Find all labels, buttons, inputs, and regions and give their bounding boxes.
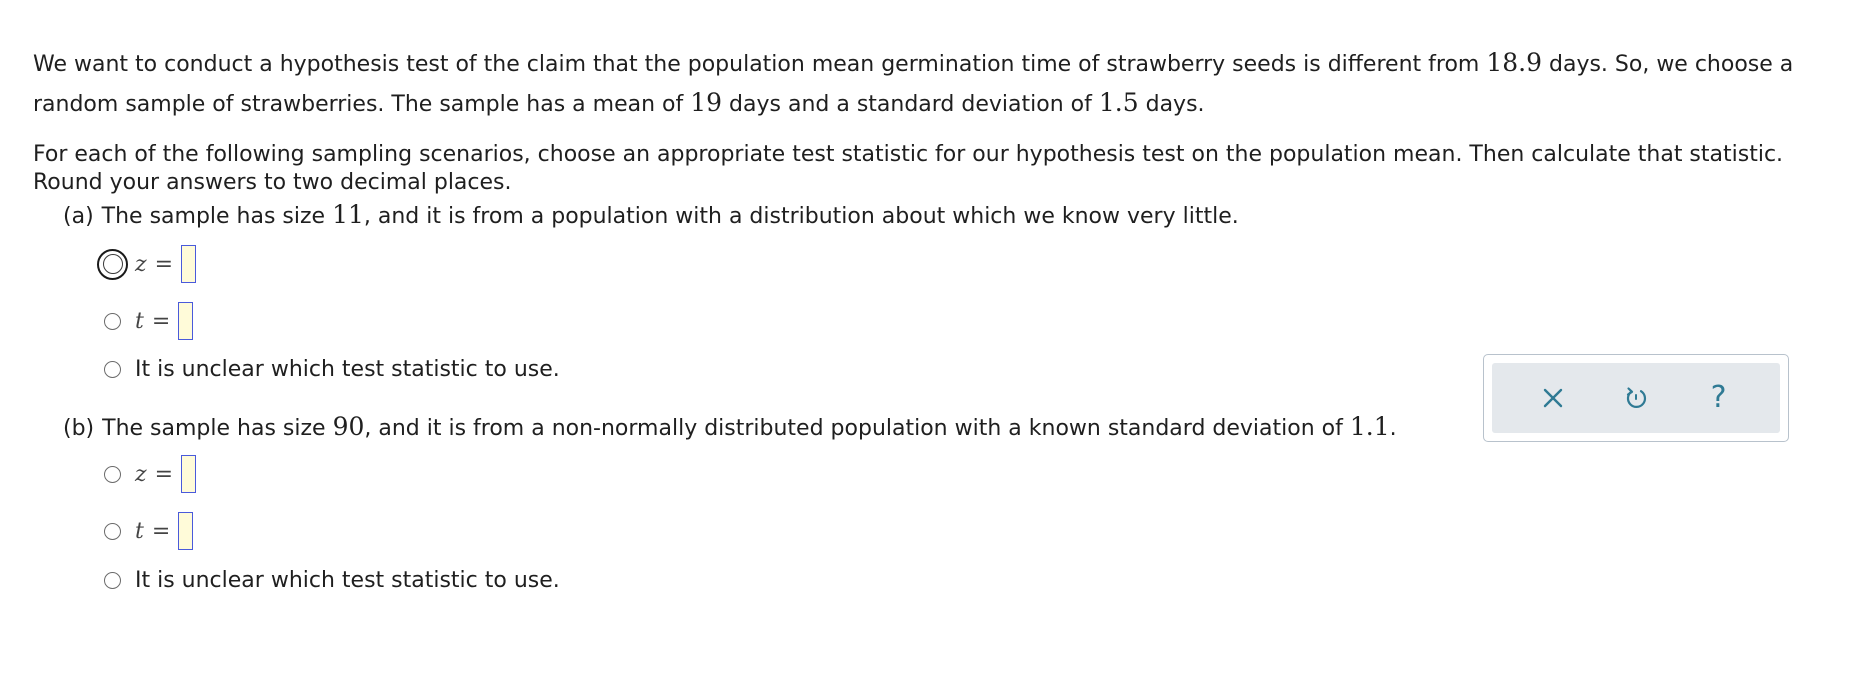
part-a-label: (a) bbox=[63, 204, 94, 229]
part-b-text-1: The sample has size bbox=[102, 416, 333, 441]
part-a-z-answer-input[interactable] bbox=[181, 245, 197, 283]
help-icon: ? bbox=[1710, 380, 1727, 415]
part-b-option-unclear[interactable]: It is unclear which test statistic to us… bbox=[104, 556, 560, 604]
unclear-option-label: It is unclear which test statistic to us… bbox=[135, 356, 560, 382]
part-a-option-t[interactable]: t = bbox=[104, 297, 194, 345]
radio-inner-circle bbox=[102, 254, 123, 274]
part-a-option-unclear[interactable]: It is unclear which test statistic to us… bbox=[104, 345, 560, 393]
equals-sign: = bbox=[151, 308, 171, 334]
intro-text-4: days. bbox=[1138, 92, 1205, 117]
part-a-radio-t[interactable] bbox=[104, 312, 121, 330]
problem-statement: We want to conduct a hypothesis test of … bbox=[33, 44, 1833, 124]
intro-text-3: days and a standard deviation of bbox=[722, 92, 1099, 117]
part-b-t-answer-input[interactable] bbox=[178, 512, 194, 550]
part-a-t-answer-input[interactable] bbox=[178, 302, 194, 340]
intro-text-1: We want to conduct a hypothesis test of … bbox=[33, 52, 1487, 77]
part-b-label: (b) bbox=[63, 416, 95, 441]
z-variable: z bbox=[135, 461, 147, 487]
instructions: For each of the following sampling scena… bbox=[33, 142, 1784, 195]
answer-toolbar: ? bbox=[1483, 354, 1789, 442]
part-b-text-2: , and it is from a non-normally distribu… bbox=[364, 416, 1350, 441]
equals-sign: = bbox=[154, 461, 174, 487]
undo-button[interactable] bbox=[1614, 376, 1658, 420]
equals-sign: = bbox=[151, 518, 171, 544]
clear-button[interactable] bbox=[1531, 376, 1575, 420]
part-a-sample-size: 11 bbox=[332, 200, 364, 229]
z-variable: z bbox=[135, 251, 147, 277]
sample-mean: 19 bbox=[690, 88, 723, 117]
help-button[interactable]: ? bbox=[1697, 376, 1741, 420]
part-b-radio-unclear[interactable] bbox=[104, 571, 121, 589]
close-icon bbox=[1544, 388, 1563, 408]
part-b-radio-t[interactable] bbox=[104, 522, 121, 540]
part-b-question: (b) The sample has size 90, and it is fro… bbox=[63, 412, 1397, 444]
t-variable: t bbox=[135, 308, 144, 334]
undo-icon bbox=[1626, 387, 1646, 408]
sample-sd: 1.5 bbox=[1098, 88, 1139, 117]
part-a-text-2: , and it is from a population with a dis… bbox=[363, 204, 1239, 229]
claim-value: 18.9 bbox=[1486, 48, 1542, 77]
answer-toolbar-inner: ? bbox=[1492, 363, 1780, 433]
equals-sign: = bbox=[154, 251, 174, 277]
part-a-radio-z[interactable] bbox=[97, 248, 128, 280]
part-a-question: (a) The sample has size 11, and it is fro… bbox=[63, 200, 1239, 232]
part-b-sample-size: 90 bbox=[332, 412, 365, 441]
part-b-known-sd: 1.1 bbox=[1349, 412, 1390, 441]
t-variable: t bbox=[135, 518, 144, 544]
part-b-text-3: . bbox=[1389, 416, 1397, 441]
part-a-option-z[interactable]: z = bbox=[97, 240, 197, 288]
part-a-text-1: The sample has size bbox=[101, 204, 333, 229]
part-b-option-z[interactable]: z = bbox=[104, 450, 197, 498]
part-a-radio-unclear[interactable] bbox=[104, 360, 121, 378]
part-b-option-t[interactable]: t = bbox=[104, 507, 194, 555]
part-b-radio-z[interactable] bbox=[104, 465, 121, 483]
unclear-option-label: It is unclear which test statistic to us… bbox=[135, 567, 560, 593]
part-b-z-answer-input[interactable] bbox=[181, 455, 197, 493]
